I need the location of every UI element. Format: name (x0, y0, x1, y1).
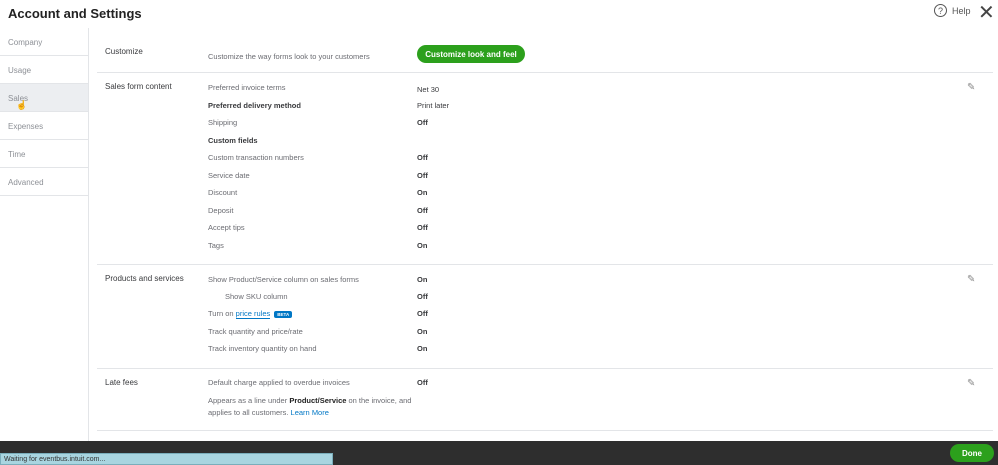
section-late-fees[interactable]: Late fees ✎ Default charge applied to ov… (97, 369, 993, 431)
setting-value: Off (417, 309, 428, 318)
beta-badge: BETA (274, 310, 293, 318)
setting-value: Off (417, 292, 428, 301)
setting-value: Net 30 (417, 85, 440, 94)
late-fees-note: Appears as a line under Product/Service … (208, 395, 413, 419)
sidebar-item-time[interactable]: Time (0, 140, 88, 168)
browser-status-bar: Waiting for eventbus.intuit.com... (0, 453, 333, 465)
sidebar-item-expenses[interactable]: Expenses (0, 112, 88, 140)
sidebar-item-company[interactable]: Company (0, 28, 88, 56)
close-icon[interactable]: ✕ (978, 0, 995, 25)
section-products-services[interactable]: Products and services ✎ Show Product/Ser… (97, 265, 993, 369)
setting-value: On (417, 327, 428, 336)
setting-name: Show SKU column (225, 292, 288, 301)
section-label: Customize (105, 47, 143, 56)
help-label: Help (952, 5, 971, 16)
hand-cursor-icon: ☝ (16, 100, 28, 110)
setting-name: Turn on (208, 309, 234, 318)
section-customize: Customize Customize the way forms look t… (97, 36, 993, 73)
customize-look-button[interactable]: Customize look and feel (417, 45, 525, 63)
page-title: Account and Settings (8, 6, 142, 21)
setting-value: Off (417, 170, 428, 180)
learn-more-link[interactable]: Learn More (291, 408, 329, 417)
setting-value: Off (417, 153, 428, 162)
edit-pencil-icon[interactable]: ✎ (967, 274, 975, 285)
section-sales-form-content[interactable]: Sales form content ✎ Preferred invoice t… (97, 73, 993, 265)
setting-value: Off (417, 205, 428, 215)
setting-value: On (417, 240, 428, 250)
price-rules-link[interactable]: price rules (235, 309, 271, 319)
setting-value: On (417, 188, 428, 197)
setting-value: Print later (417, 100, 450, 110)
sidebar-item-advanced[interactable]: Advanced (0, 168, 88, 196)
help-button[interactable]: ? Help (934, 4, 971, 17)
sidebar: Company Usage Sales ☝ Expenses Time Advan… (0, 28, 89, 465)
section-label: Sales form content (105, 82, 172, 91)
setting-value: Off (417, 118, 428, 127)
edit-pencil-icon[interactable]: ✎ (967, 378, 975, 389)
done-button[interactable]: Done (950, 444, 994, 462)
help-icon: ? (934, 4, 947, 17)
setting-value: On (417, 275, 428, 284)
section-label: Products and services (105, 274, 184, 283)
sidebar-item-sales[interactable]: Sales ☝ (0, 84, 88, 112)
setting-name: Custom fields (208, 135, 258, 145)
section-label: Late fees (105, 378, 138, 387)
sidebar-item-usage[interactable]: Usage (0, 56, 88, 84)
edit-pencil-icon[interactable]: ✎ (967, 82, 975, 93)
setting-value: Off (417, 223, 428, 232)
setting-value: On (417, 344, 428, 353)
setting-value: Off (417, 378, 428, 387)
note-bold: Product/Service (289, 396, 347, 405)
note-text: Appears as a line under (208, 396, 290, 405)
